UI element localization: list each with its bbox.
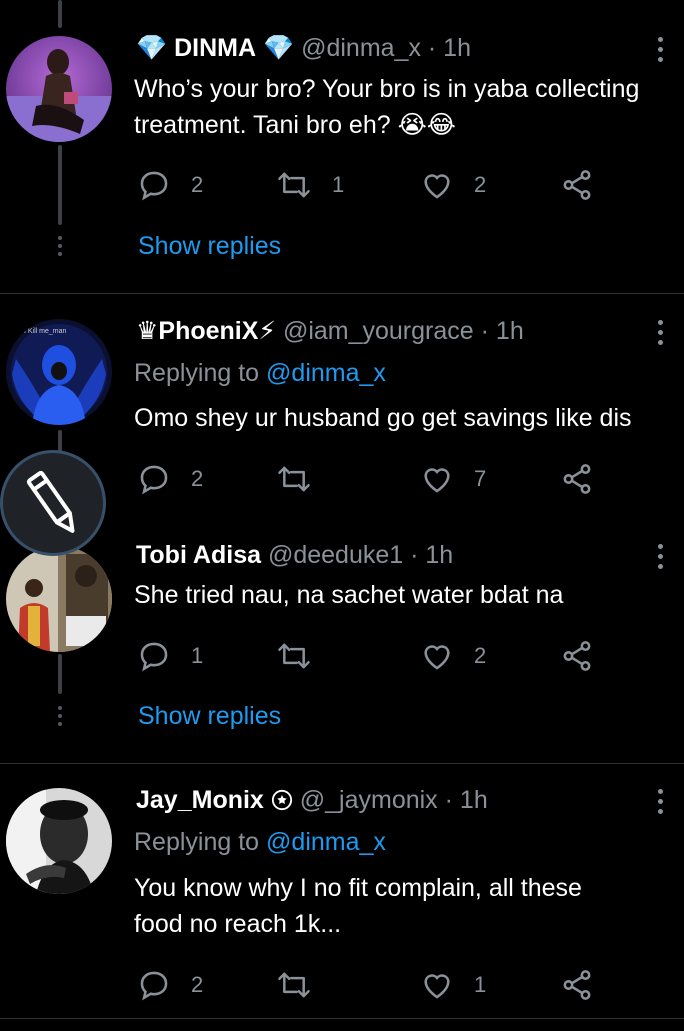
reply-icon: [140, 971, 168, 1001]
retweet-icon: [278, 972, 310, 998]
show-replies-link[interactable]: Show replies: [138, 702, 281, 731]
tweet1-text: Who’s your bro? Your bro is in yaba coll…: [134, 71, 639, 143]
reply-icon: [140, 642, 168, 672]
like-button[interactable]: 2: [420, 168, 486, 202]
like-count: 2: [474, 643, 487, 668]
tweet3-time: · 1h: [410, 541, 454, 569]
reply-count: 1: [191, 643, 204, 668]
thread-dots-1: [58, 236, 62, 260]
reply-button[interactable]: 2: [137, 168, 203, 202]
thread-dots-2: [58, 706, 62, 730]
show-replies-link[interactable]: Show replies: [138, 232, 281, 261]
tweet1-time: · 1h: [427, 34, 471, 62]
tweet4-text-line1: You know why I no fit complain, all thes…: [134, 874, 582, 902]
retweet-count: 1: [332, 172, 345, 197]
more-icon[interactable]: [658, 789, 664, 819]
compose-button[interactable]: [0, 450, 106, 556]
tweet4-replying-to: Replying to @dinma_x: [134, 827, 386, 857]
tweet1-text-line2: treatment. Tani bro eh? 😭😂: [134, 111, 457, 139]
replying-to-handle[interactable]: @dinma_x: [266, 359, 386, 387]
tweet2-time: · 1h: [480, 317, 524, 345]
share-button[interactable]: [560, 968, 594, 1002]
tweet1-author-name[interactable]: DINMA: [174, 34, 256, 62]
tweet4-header: Jay_Monix @_jaymonix · 1h: [136, 785, 488, 815]
share-icon: [563, 970, 591, 1000]
more-icon[interactable]: [658, 544, 664, 574]
reply-count: 2: [191, 172, 204, 197]
tweet3-header: Tobi Adisa @deeduke1 · 1h: [136, 540, 453, 570]
like-button[interactable]: 1: [420, 968, 486, 1002]
tweet2-replying-to: Replying to @dinma_x: [134, 358, 386, 388]
share-button[interactable]: [560, 168, 594, 202]
tweet1-handle[interactable]: @dinma_x: [301, 34, 421, 62]
tweet4-text: You know why I no fit complain, all thes…: [134, 870, 582, 942]
like-button[interactable]: 7: [420, 462, 486, 496]
verified-badge-icon: [271, 789, 292, 811]
tweet2-handle[interactable]: @iam_yourgrace: [283, 317, 474, 345]
retweet-icon: [278, 466, 310, 492]
share-icon: [563, 170, 591, 200]
reply-icon: [140, 171, 168, 201]
tweet2-header: ♛PhoeniX⚡ @iam_yourgrace · 1h: [136, 316, 524, 346]
tweet1-header: 💎 DINMA 💎 @dinma_x · 1h: [136, 33, 471, 63]
tweet2-author-name[interactable]: ♛PhoeniX⚡: [136, 317, 276, 345]
like-count: 2: [474, 172, 487, 197]
thread-line-1: [58, 145, 62, 225]
divider: [0, 763, 684, 764]
avatar-phoenix[interactable]: I Kill me_man: [6, 319, 112, 425]
divider: [0, 1018, 684, 1019]
avatar-tobi[interactable]: [6, 546, 112, 652]
thread-line-3: [58, 654, 62, 694]
share-button[interactable]: [560, 639, 594, 673]
like-button[interactable]: 2: [420, 639, 486, 673]
reply-count: 2: [191, 972, 204, 997]
like-count: 7: [474, 466, 487, 491]
retweet-button[interactable]: [276, 968, 332, 1002]
retweet-icon: [278, 172, 310, 198]
retweet-icon: [278, 643, 310, 669]
tweet4-text-line2: food no reach 1k...: [134, 910, 342, 938]
tweet4-handle[interactable]: @_jaymonix: [300, 786, 438, 814]
diamond-emoji: 💎: [136, 34, 168, 62]
share-icon: [563, 641, 591, 671]
avatar-jaymonix[interactable]: [6, 788, 112, 894]
more-icon[interactable]: [658, 37, 664, 67]
tweet2-text: Omo shey ur husband go get savings like …: [134, 400, 632, 436]
diamond-emoji: 💎: [262, 34, 295, 62]
reply-button[interactable]: 2: [137, 968, 203, 1002]
svg-text:I Kill me_man: I Kill me_man: [24, 328, 67, 335]
share-icon: [563, 464, 591, 494]
like-count: 1: [474, 972, 487, 997]
retweet-button[interactable]: [276, 462, 332, 496]
replying-to-label: Replying to: [134, 828, 260, 856]
share-button[interactable]: [560, 462, 594, 496]
tweet1-text-line1: Who’s your bro? Your bro is in yaba coll…: [134, 75, 640, 103]
tweet3-text: She tried nau, na sachet water bdat na: [134, 577, 563, 613]
tweet3-author-name[interactable]: Tobi Adisa: [136, 541, 261, 569]
more-icon[interactable]: [658, 320, 664, 350]
reply-button[interactable]: 2: [137, 462, 203, 496]
tweet3-text-line1: She tried nau, na sachet water bdat na: [134, 581, 564, 609]
replying-to-label: Replying to: [134, 359, 260, 387]
reply-count: 2: [191, 466, 204, 491]
reply-button[interactable]: 1: [137, 639, 203, 673]
compose-icon: [26, 470, 75, 533]
divider: [0, 293, 684, 294]
replying-to-handle[interactable]: @dinma_x: [266, 828, 386, 856]
retweet-button[interactable]: [276, 639, 332, 673]
tweet4-time: · 1h: [444, 786, 488, 814]
thread-line-top: [58, 0, 62, 28]
reply-icon: [140, 465, 168, 495]
tweet4-author-name[interactable]: Jay_Monix: [136, 786, 264, 814]
like-icon: [424, 468, 450, 493]
tweet2-text-line1: Omo shey ur husband go get savings like …: [134, 404, 632, 432]
retweet-button[interactable]: 1: [276, 168, 344, 202]
like-icon: [424, 645, 450, 670]
tweet3-handle[interactable]: @deeduke1: [268, 541, 403, 569]
avatar-dinma[interactable]: [6, 36, 112, 142]
like-icon: [424, 974, 450, 999]
like-icon: [424, 174, 450, 199]
